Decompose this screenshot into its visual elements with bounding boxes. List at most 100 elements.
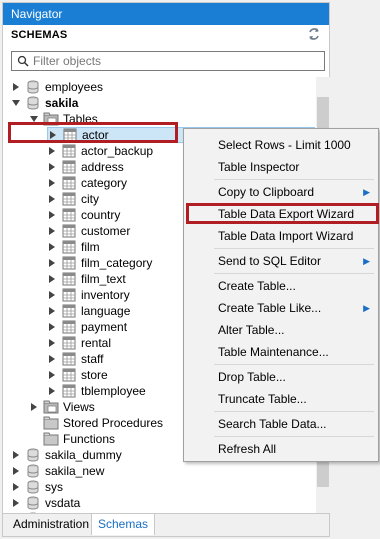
table-city[interactable]: city	[47, 191, 99, 207]
table-staff-label: staff	[81, 352, 104, 366]
menu-item-label: Table Inspector	[218, 160, 300, 174]
folder-icon	[43, 399, 59, 415]
table-address[interactable]: address	[47, 159, 124, 175]
expand-arrow-icon[interactable]	[47, 287, 57, 303]
menu-item-label: Table Maintenance...	[218, 345, 329, 359]
bottom-tabs: Administration Schemas	[3, 513, 329, 536]
expand-arrow-icon[interactable]	[11, 79, 21, 95]
table-rental-label: rental	[81, 336, 112, 350]
menu-item-create-table[interactable]: Create Table...	[184, 275, 378, 297]
schema-sakila[interactable]: sakila	[11, 95, 78, 111]
table-film-text[interactable]: film_text	[47, 271, 126, 287]
expand-arrow-icon[interactable]	[47, 271, 57, 287]
table-film-category[interactable]: film_category	[47, 255, 152, 271]
schema-vsdata[interactable]: vsdata	[11, 495, 80, 511]
folder-tables-label: Tables	[63, 112, 98, 126]
menu-item-label: Search Table Data...	[218, 417, 327, 431]
menu-item-send-to-sql-editor[interactable]: Send to SQL Editor ▶	[184, 250, 378, 272]
submenu-arrow-icon: ▶	[363, 303, 370, 313]
filter-input[interactable]	[33, 54, 313, 68]
expand-arrow-icon[interactable]	[29, 399, 39, 415]
menu-item-copy-to-clipboard[interactable]: Copy to Clipboard ▶	[184, 181, 378, 203]
menu-item-refresh-all[interactable]: Refresh All	[184, 438, 378, 460]
table-staff[interactable]: staff	[47, 351, 103, 367]
menu-item-table-data-import-wizard[interactable]: Table Data Import Wizard	[184, 225, 378, 247]
schema-employees[interactable]: employees	[11, 79, 103, 95]
expand-arrow-icon[interactable]	[47, 367, 57, 383]
schema-sakila-new[interactable]: sakila_new	[11, 463, 104, 479]
menu-item-create-table-like[interactable]: Create Table Like... ▶	[184, 297, 378, 319]
folder-functions[interactable]: Functions	[29, 431, 115, 447]
expand-arrow-icon[interactable]	[47, 351, 57, 367]
schema-sys[interactable]: sys	[11, 479, 63, 495]
expand-arrow-icon[interactable]	[47, 159, 57, 175]
expand-arrow-icon[interactable]	[47, 383, 57, 399]
collapse-arrow-icon[interactable]	[11, 95, 21, 111]
schema-vsdata-label: vsdata	[45, 496, 81, 510]
expand-arrow-icon[interactable]	[47, 303, 57, 319]
expand-arrow-icon[interactable]	[47, 239, 57, 255]
table-icon	[61, 335, 77, 351]
table-actor-backup[interactable]: actor_backup	[47, 143, 153, 159]
menu-separator	[214, 179, 374, 180]
expand-arrow-icon[interactable]	[47, 255, 57, 271]
filter-box[interactable]	[11, 51, 325, 71]
table-rental[interactable]: rental	[47, 335, 111, 351]
tab-administration[interactable]: Administration	[7, 514, 95, 535]
expand-arrow-icon[interactable]	[11, 463, 21, 479]
table-category[interactable]: category	[47, 175, 127, 191]
menu-item-table-maintenance[interactable]: Table Maintenance...	[184, 341, 378, 363]
table-inventory[interactable]: inventory	[47, 287, 130, 303]
table-icon	[61, 287, 77, 303]
menu-item-drop-table[interactable]: Drop Table...	[184, 366, 378, 388]
expand-arrow-icon[interactable]	[47, 223, 57, 239]
table-icon	[61, 319, 77, 335]
folder-views[interactable]: Views	[29, 399, 95, 415]
database-icon	[25, 447, 41, 463]
expand-arrow-icon[interactable]	[48, 127, 58, 143]
folder-stored-procedures[interactable]: Stored Procedures	[29, 415, 163, 431]
expand-arrow-icon[interactable]	[47, 335, 57, 351]
folder-stored-procedures-label: Stored Procedures	[63, 416, 164, 430]
menu-item-label: Create Table...	[218, 279, 296, 293]
table-country[interactable]: country	[47, 207, 120, 223]
table-icon	[61, 191, 77, 207]
schema-sakila-dummy[interactable]: sakila_dummy	[11, 447, 122, 463]
context-menu: Select Rows - Limit 1000 Table Inspector C…	[183, 128, 379, 462]
refresh-icon[interactable]	[307, 27, 321, 44]
expand-arrow-icon[interactable]	[47, 207, 57, 223]
table-icon	[61, 383, 77, 399]
expand-arrow-icon[interactable]	[47, 143, 57, 159]
database-icon	[25, 79, 41, 95]
menu-item-table-data-export-wizard[interactable]: Table Data Export Wizard	[184, 203, 378, 225]
table-language[interactable]: language	[47, 303, 130, 319]
table-payment[interactable]: payment	[47, 319, 127, 335]
table-tblemployee-label: tblemployee	[81, 384, 146, 398]
expand-arrow-icon[interactable]	[47, 191, 57, 207]
expand-arrow-icon[interactable]	[11, 479, 21, 495]
folder-tables[interactable]: Tables	[29, 111, 98, 127]
menu-item-label: Send to SQL Editor	[218, 254, 321, 268]
expand-arrow-icon[interactable]	[11, 495, 21, 511]
expand-arrow-icon[interactable]	[47, 175, 57, 191]
menu-item-table-inspector[interactable]: Table Inspector	[184, 156, 378, 178]
table-tblemployee[interactable]: tblemployee	[47, 383, 146, 399]
menu-item-select-rows-limit-1000[interactable]: Select Rows - Limit 1000	[184, 134, 378, 156]
table-store[interactable]: store	[47, 367, 108, 383]
table-language-label: language	[81, 304, 131, 318]
menu-separator	[214, 273, 374, 274]
menu-item-alter-table[interactable]: Alter Table...	[184, 319, 378, 341]
collapse-arrow-icon[interactable]	[29, 111, 39, 127]
table-film[interactable]: film	[47, 239, 100, 255]
expand-arrow-icon[interactable]	[47, 319, 57, 335]
table-customer-label: customer	[81, 224, 131, 238]
table-customer[interactable]: customer	[47, 223, 130, 239]
schemas-bar: SCHEMAS	[3, 25, 329, 45]
table-icon	[61, 223, 77, 239]
expand-arrow-icon[interactable]	[11, 447, 21, 463]
tab-schemas[interactable]: Schemas	[91, 514, 156, 535]
menu-item-truncate-table[interactable]: Truncate Table...	[184, 388, 378, 410]
folder-icon	[43, 415, 59, 431]
menu-item-search-table-data[interactable]: Search Table Data...	[184, 413, 378, 435]
